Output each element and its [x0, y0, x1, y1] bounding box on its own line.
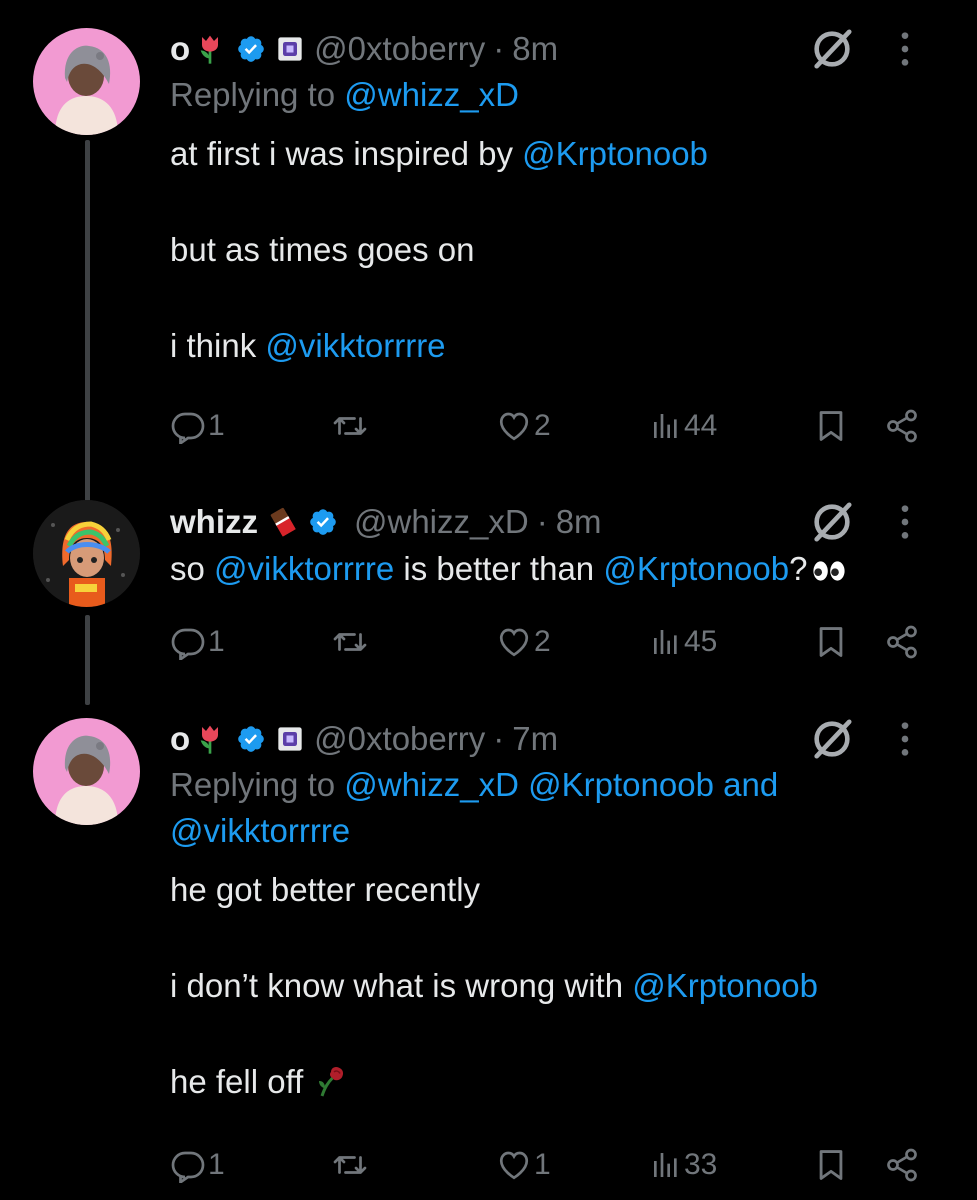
tulip-emoji	[194, 723, 226, 755]
more-options-icon[interactable]	[885, 499, 925, 545]
mention-link[interactable]: @vikktorrrre	[170, 812, 350, 849]
affiliate-badge-icon[interactable]	[276, 725, 304, 753]
tweet-3[interactable]: o @0xtoberry · 7m Replying to @whizz_xD …	[0, 712, 977, 1200]
mention-link[interactable]: @Krptonoob	[528, 766, 714, 803]
separator-dot: ·	[493, 720, 505, 757]
views-button[interactable]: 33	[650, 1140, 717, 1190]
replying-to: Replying to @whizz_xD @Krptonoob and @vi…	[170, 766, 779, 849]
mention-link[interactable]: @Krptonoob	[603, 550, 789, 587]
bookmark-button[interactable]	[814, 401, 848, 451]
mention-link[interactable]: @vikktorrrre	[265, 327, 445, 364]
tulip-emoji	[194, 33, 226, 65]
like-button[interactable]: 2	[496, 617, 551, 667]
display-name[interactable]: o	[170, 720, 190, 758]
view-count: 44	[684, 409, 718, 442]
thread-line	[85, 140, 90, 502]
like-count: 2	[534, 409, 551, 442]
reply-button[interactable]: 1	[170, 401, 225, 451]
retweet-button[interactable]	[330, 1140, 370, 1190]
grok-icon[interactable]	[809, 26, 855, 72]
replying-to: Replying to @whizz_xD	[170, 76, 519, 113]
reply-count: 1	[208, 409, 225, 442]
share-button[interactable]	[884, 401, 920, 451]
view-count: 45	[684, 625, 718, 658]
user-handle[interactable]: @whizz_xD	[354, 503, 529, 541]
reply-button[interactable]: 1	[170, 617, 225, 667]
action-bar: 1 1 33	[170, 1140, 930, 1190]
tweet-text: at first i was inspired by @Krptonoob bu…	[170, 135, 708, 364]
reply-count: 1	[208, 625, 225, 658]
verified-icon[interactable]	[236, 34, 266, 64]
tweet-text: he got better recently i don’t know what…	[170, 866, 937, 1112]
mention-link[interactable]: @vikktorrrre	[214, 550, 394, 587]
verified-icon[interactable]	[308, 507, 338, 537]
mention-link[interactable]: @whizz_xD	[344, 76, 519, 113]
grok-icon[interactable]	[809, 499, 855, 545]
mention-link[interactable]: @Krptonoob	[522, 135, 708, 172]
share-button[interactable]	[884, 1140, 920, 1190]
thread-line	[85, 615, 90, 705]
user-handle[interactable]: @0xtoberry	[314, 720, 485, 758]
more-options-icon[interactable]	[885, 716, 925, 762]
affiliate-badge-icon[interactable]	[276, 35, 304, 63]
bookmark-button[interactable]	[814, 1140, 848, 1190]
mention-link[interactable]: @Krptonoob	[632, 967, 818, 1004]
timestamp[interactable]: 8m	[556, 503, 602, 541]
timestamp[interactable]: 8m	[512, 30, 558, 68]
timestamp[interactable]: 7m	[512, 720, 558, 758]
avatar[interactable]	[33, 500, 140, 607]
like-button[interactable]: 2	[496, 401, 551, 451]
retweet-button[interactable]	[330, 401, 370, 451]
replying-and[interactable]: and	[723, 766, 778, 803]
grok-icon[interactable]	[809, 716, 855, 762]
views-button[interactable]: 45	[650, 617, 717, 667]
action-bar: 1 2 45	[170, 617, 930, 667]
avatar[interactable]	[33, 28, 140, 135]
tweet-text: so @vikktorrrre is better than @Krptonoo…	[170, 545, 937, 595]
like-count: 2	[534, 625, 551, 658]
retweet-button[interactable]	[330, 617, 370, 667]
bookmark-button[interactable]	[814, 617, 848, 667]
more-options-icon[interactable]	[885, 26, 925, 72]
like-count: 1	[534, 1148, 551, 1181]
like-button[interactable]: 1	[496, 1140, 551, 1190]
view-count: 33	[684, 1148, 718, 1181]
verified-icon[interactable]	[236, 724, 266, 754]
chocolate-emoji	[268, 506, 298, 538]
reply-button[interactable]: 1	[170, 1140, 225, 1190]
user-handle[interactable]: @0xtoberry	[314, 30, 485, 68]
views-button[interactable]: 44	[650, 401, 717, 451]
tweet-1[interactable]: o @0xtoberry · 8m Replying to @whizz_xD …	[0, 20, 977, 502]
display-name[interactable]: whizz	[170, 503, 258, 541]
share-button[interactable]	[884, 617, 920, 667]
eyes-emoji	[811, 547, 847, 595]
mention-link[interactable]: @whizz_xD	[344, 766, 519, 803]
display-name[interactable]: o	[170, 30, 190, 68]
avatar[interactable]	[33, 718, 140, 825]
reply-count: 1	[208, 1148, 225, 1181]
tweet-2[interactable]: whizz @whizz_xD · 8m so @vikktorrrre is …	[0, 495, 977, 715]
wilted-rose-emoji	[313, 1063, 349, 1112]
action-bar: 1 2 44	[170, 401, 930, 451]
separator-dot: ·	[536, 503, 548, 540]
separator-dot: ·	[493, 30, 505, 67]
